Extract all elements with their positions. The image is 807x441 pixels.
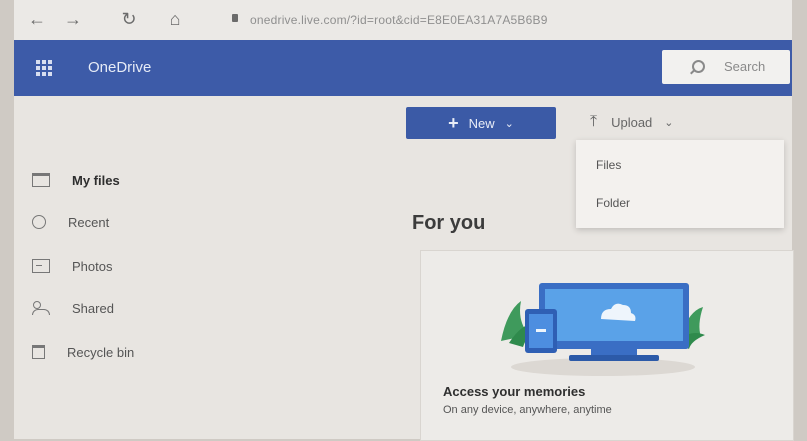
sidebar-item-shared[interactable]: Shared bbox=[32, 296, 114, 320]
sidebar-item-label: Recycle bin bbox=[67, 344, 135, 360]
sidebar-item-recycle-bin[interactable]: Recycle bin bbox=[32, 340, 134, 364]
browser-toolbar: ← → ↻ ⌂ onedrive.live.com/?id=root&cid=E… bbox=[14, 0, 792, 41]
menu-item-folder[interactable]: Folder bbox=[596, 195, 630, 211]
app-launcher-icon[interactable] bbox=[36, 60, 52, 76]
browser-window: ← → ↻ ⌂ onedrive.live.com/?id=root&cid=E… bbox=[14, 0, 794, 441]
sidebar-item-my-files[interactable]: My files bbox=[32, 168, 120, 192]
app-title[interactable]: OneDrive bbox=[88, 58, 151, 78]
search-icon bbox=[692, 60, 705, 73]
people-icon bbox=[32, 301, 50, 315]
address-bar[interactable]: onedrive.live.com/?id=root&cid=E8E0EA31A… bbox=[250, 10, 770, 30]
upload-icon: ⤒ bbox=[590, 113, 598, 130]
recycle-bin-icon bbox=[32, 345, 45, 359]
sidebar-item-label: My files bbox=[72, 172, 120, 188]
folder-icon bbox=[32, 173, 50, 187]
back-arrow-icon[interactable]: ← bbox=[26, 8, 48, 30]
sidebar: My files Recent Photos Shared Recycle bi… bbox=[14, 96, 374, 439]
new-button[interactable]: + New ⌄ bbox=[406, 107, 556, 139]
reload-icon[interactable]: ↻ bbox=[118, 8, 140, 30]
sidebar-item-label: Photos bbox=[72, 258, 113, 274]
menu-item-files[interactable]: Files bbox=[596, 157, 621, 173]
memories-card[interactable]: Access your memories On any device, anyw… bbox=[420, 250, 794, 441]
home-icon[interactable]: ⌂ bbox=[164, 8, 186, 30]
new-button-label: New bbox=[468, 115, 495, 131]
sidebar-item-label: Recent bbox=[68, 214, 110, 230]
sidebar-item-label: Shared bbox=[72, 300, 114, 316]
card-subtitle: On any device, anywhere, anytime bbox=[443, 404, 612, 416]
sidebar-item-recent[interactable]: Recent bbox=[32, 210, 109, 234]
search-input[interactable]: Search bbox=[662, 50, 790, 84]
chevron-down-icon: ⌄ bbox=[664, 116, 674, 129]
card-title: Access your memories bbox=[443, 384, 586, 399]
sidebar-item-photos[interactable]: Photos bbox=[32, 254, 112, 278]
clock-icon bbox=[32, 215, 46, 229]
upload-dropdown-menu: Files Folder bbox=[576, 140, 784, 228]
upload-button[interactable]: ⤒ Upload ⌄ bbox=[590, 108, 720, 136]
app-header: OneDrive Search bbox=[14, 40, 792, 96]
forward-arrow-icon[interactable]: → bbox=[62, 8, 84, 30]
section-title: For you bbox=[412, 212, 486, 234]
chevron-down-icon: ⌄ bbox=[504, 117, 514, 130]
devices-illustration bbox=[501, 283, 705, 376]
plus-icon: + bbox=[448, 112, 459, 133]
lock-icon bbox=[232, 14, 238, 22]
upload-button-label: Upload bbox=[611, 114, 653, 130]
photo-icon bbox=[32, 259, 50, 273]
search-placeholder: Search bbox=[724, 59, 766, 74]
